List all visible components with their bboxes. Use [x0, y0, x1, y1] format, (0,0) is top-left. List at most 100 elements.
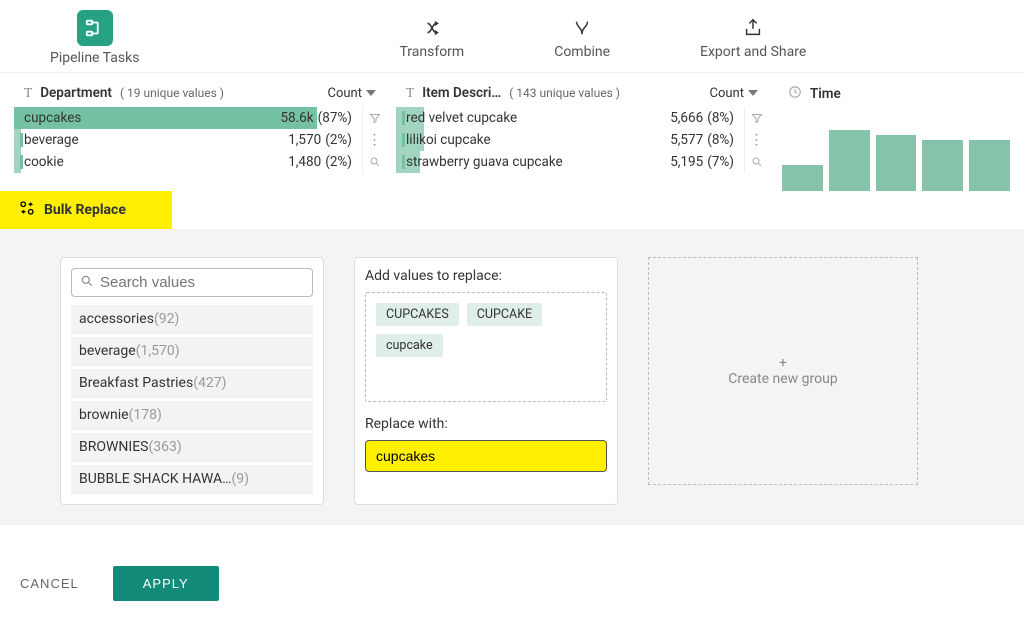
table-row[interactable]: cookie1,480 (2%)	[14, 151, 362, 173]
replace-with-label: Replace with:	[365, 416, 607, 432]
value-chip[interactable]: CUPCAKES	[376, 303, 459, 326]
table-row[interactable]: beverage1,570 (2%)	[14, 129, 362, 151]
column-name: Item Descri…	[422, 85, 501, 101]
row-label: beverage	[24, 132, 288, 148]
row-value: 5,195	[670, 154, 703, 170]
replace-panel: Add values to replace: CUPCAKES CUPCAKE cu…	[354, 257, 618, 505]
list-item-count: (363)	[148, 439, 181, 455]
time-histogram	[778, 109, 1014, 191]
search-values-field[interactable]	[71, 268, 313, 297]
row-percent: (2%)	[325, 154, 352, 170]
text-type-icon: T	[24, 85, 32, 101]
text-type-icon: T	[406, 85, 414, 101]
plus-icon: +	[728, 355, 837, 371]
list-item[interactable]: accessories(92)	[71, 305, 313, 334]
list-item-label: brownie	[79, 407, 129, 423]
bulk-replace-icon	[18, 199, 36, 221]
column-item-description: T Item Descri… ( 143 unique values ) Cou…	[396, 79, 768, 191]
column-name: Department	[40, 85, 112, 101]
cancel-button[interactable]: CANCEL	[20, 576, 79, 591]
row-value: 58.6k	[280, 110, 313, 126]
list-item[interactable]: BUBBLE SHACK HAWA…(9)	[71, 465, 313, 494]
list-item-count: (9)	[231, 471, 249, 487]
bulk-replace-header: Bulk Replace	[0, 191, 172, 229]
row-value: 5,666	[670, 110, 703, 126]
row-label: strawberry guava cupcake	[406, 154, 670, 170]
row-percent: (7%)	[707, 154, 734, 170]
chart-bar	[876, 135, 917, 191]
chevron-down-icon	[366, 90, 376, 96]
row-percent: (2%)	[325, 132, 352, 148]
bulk-replace-title: Bulk Replace	[44, 202, 126, 218]
column-department: T Department ( 19 unique values ) Count …	[14, 79, 386, 191]
values-panel: accessories(92) beverage(1,570) Breakfast …	[60, 257, 324, 505]
search-icon[interactable]	[751, 151, 763, 173]
list-item-label: BUBBLE SHACK HAWA…	[79, 471, 231, 487]
tab-export[interactable]: Export and Share	[700, 16, 806, 60]
row-value: 1,480	[288, 154, 321, 170]
list-item-label: BROWNIES	[79, 439, 148, 455]
column-time: Time	[778, 79, 1014, 191]
table-row[interactable]: strawberry guava cupcake5,195 (7%)	[396, 151, 744, 173]
row-percent: (8%)	[707, 132, 734, 148]
search-icon[interactable]	[369, 151, 381, 173]
list-item-count: (1,570)	[136, 343, 180, 359]
chart-bar	[922, 140, 963, 191]
more-icon[interactable]: ⋮	[368, 129, 382, 151]
pipeline-tasks-icon	[77, 10, 113, 46]
tab-label: Combine	[554, 44, 610, 60]
create-group-label: Create new group	[728, 371, 837, 387]
column-name: Time	[810, 86, 841, 102]
list-item-label: accessories	[79, 311, 154, 327]
row-label: red velvet cupcake	[406, 110, 670, 126]
row-label: cupcakes	[24, 110, 280, 126]
time-type-icon	[788, 85, 802, 103]
value-chip[interactable]: cupcake	[376, 334, 443, 357]
count-dropdown[interactable]: Count	[328, 86, 376, 101]
unique-count: ( 19 unique values )	[120, 86, 224, 100]
export-icon	[741, 16, 765, 40]
table-row[interactable]: red velvet cupcake5,666 (8%)	[396, 107, 744, 129]
row-label: lilikoi cupcake	[406, 132, 670, 148]
chevron-down-icon	[748, 90, 758, 96]
list-item[interactable]: brownie(178)	[71, 401, 313, 430]
row-value: 5,577	[670, 132, 703, 148]
list-item-count: (427)	[193, 375, 226, 391]
chart-bar	[969, 140, 1010, 191]
row-percent: (8%)	[707, 110, 734, 126]
filter-icon[interactable]	[369, 107, 381, 129]
brand-label: Pipeline Tasks	[50, 50, 139, 66]
combine-icon	[570, 16, 594, 40]
row-value: 1,570	[288, 132, 321, 148]
replace-with-input[interactable]	[365, 440, 607, 472]
create-new-group[interactable]: + Create new group	[648, 257, 918, 485]
tab-label: Transform	[399, 44, 464, 60]
table-row[interactable]: lilikoi cupcake5,577 (8%)	[396, 129, 744, 151]
filter-icon[interactable]	[751, 107, 763, 129]
list-item-label: Breakfast Pastries	[79, 375, 193, 391]
more-icon[interactable]: ⋮	[750, 129, 764, 151]
apply-button[interactable]: APPLY	[113, 566, 219, 601]
list-item[interactable]: Breakfast Pastries(427)	[71, 369, 313, 398]
tab-transform[interactable]: Transform	[399, 16, 464, 60]
unique-count: ( 143 unique values )	[509, 86, 620, 100]
list-item-count: (92)	[154, 311, 179, 327]
brand: Pipeline Tasks	[50, 10, 139, 66]
list-item-label: beverage	[79, 343, 136, 359]
chart-bar	[829, 130, 870, 192]
list-item[interactable]: beverage(1,570)	[71, 337, 313, 366]
list-item[interactable]: BROWNIES(363)	[71, 433, 313, 462]
row-percent: (87%)	[318, 110, 352, 126]
value-chip[interactable]: CUPCAKE	[467, 303, 542, 326]
table-row[interactable]: cupcakes58.6k (87%)	[14, 107, 362, 129]
add-values-label: Add values to replace:	[365, 268, 607, 284]
transform-icon	[420, 16, 444, 40]
search-icon	[80, 273, 94, 292]
list-item-count: (178)	[129, 407, 162, 423]
chart-bar	[782, 165, 823, 191]
tab-label: Export and Share	[700, 44, 806, 60]
count-dropdown[interactable]: Count	[710, 86, 758, 101]
tab-combine[interactable]: Combine	[554, 16, 610, 60]
search-input[interactable]	[100, 274, 304, 291]
selected-values-box[interactable]: CUPCAKES CUPCAKE cupcake	[365, 292, 607, 402]
